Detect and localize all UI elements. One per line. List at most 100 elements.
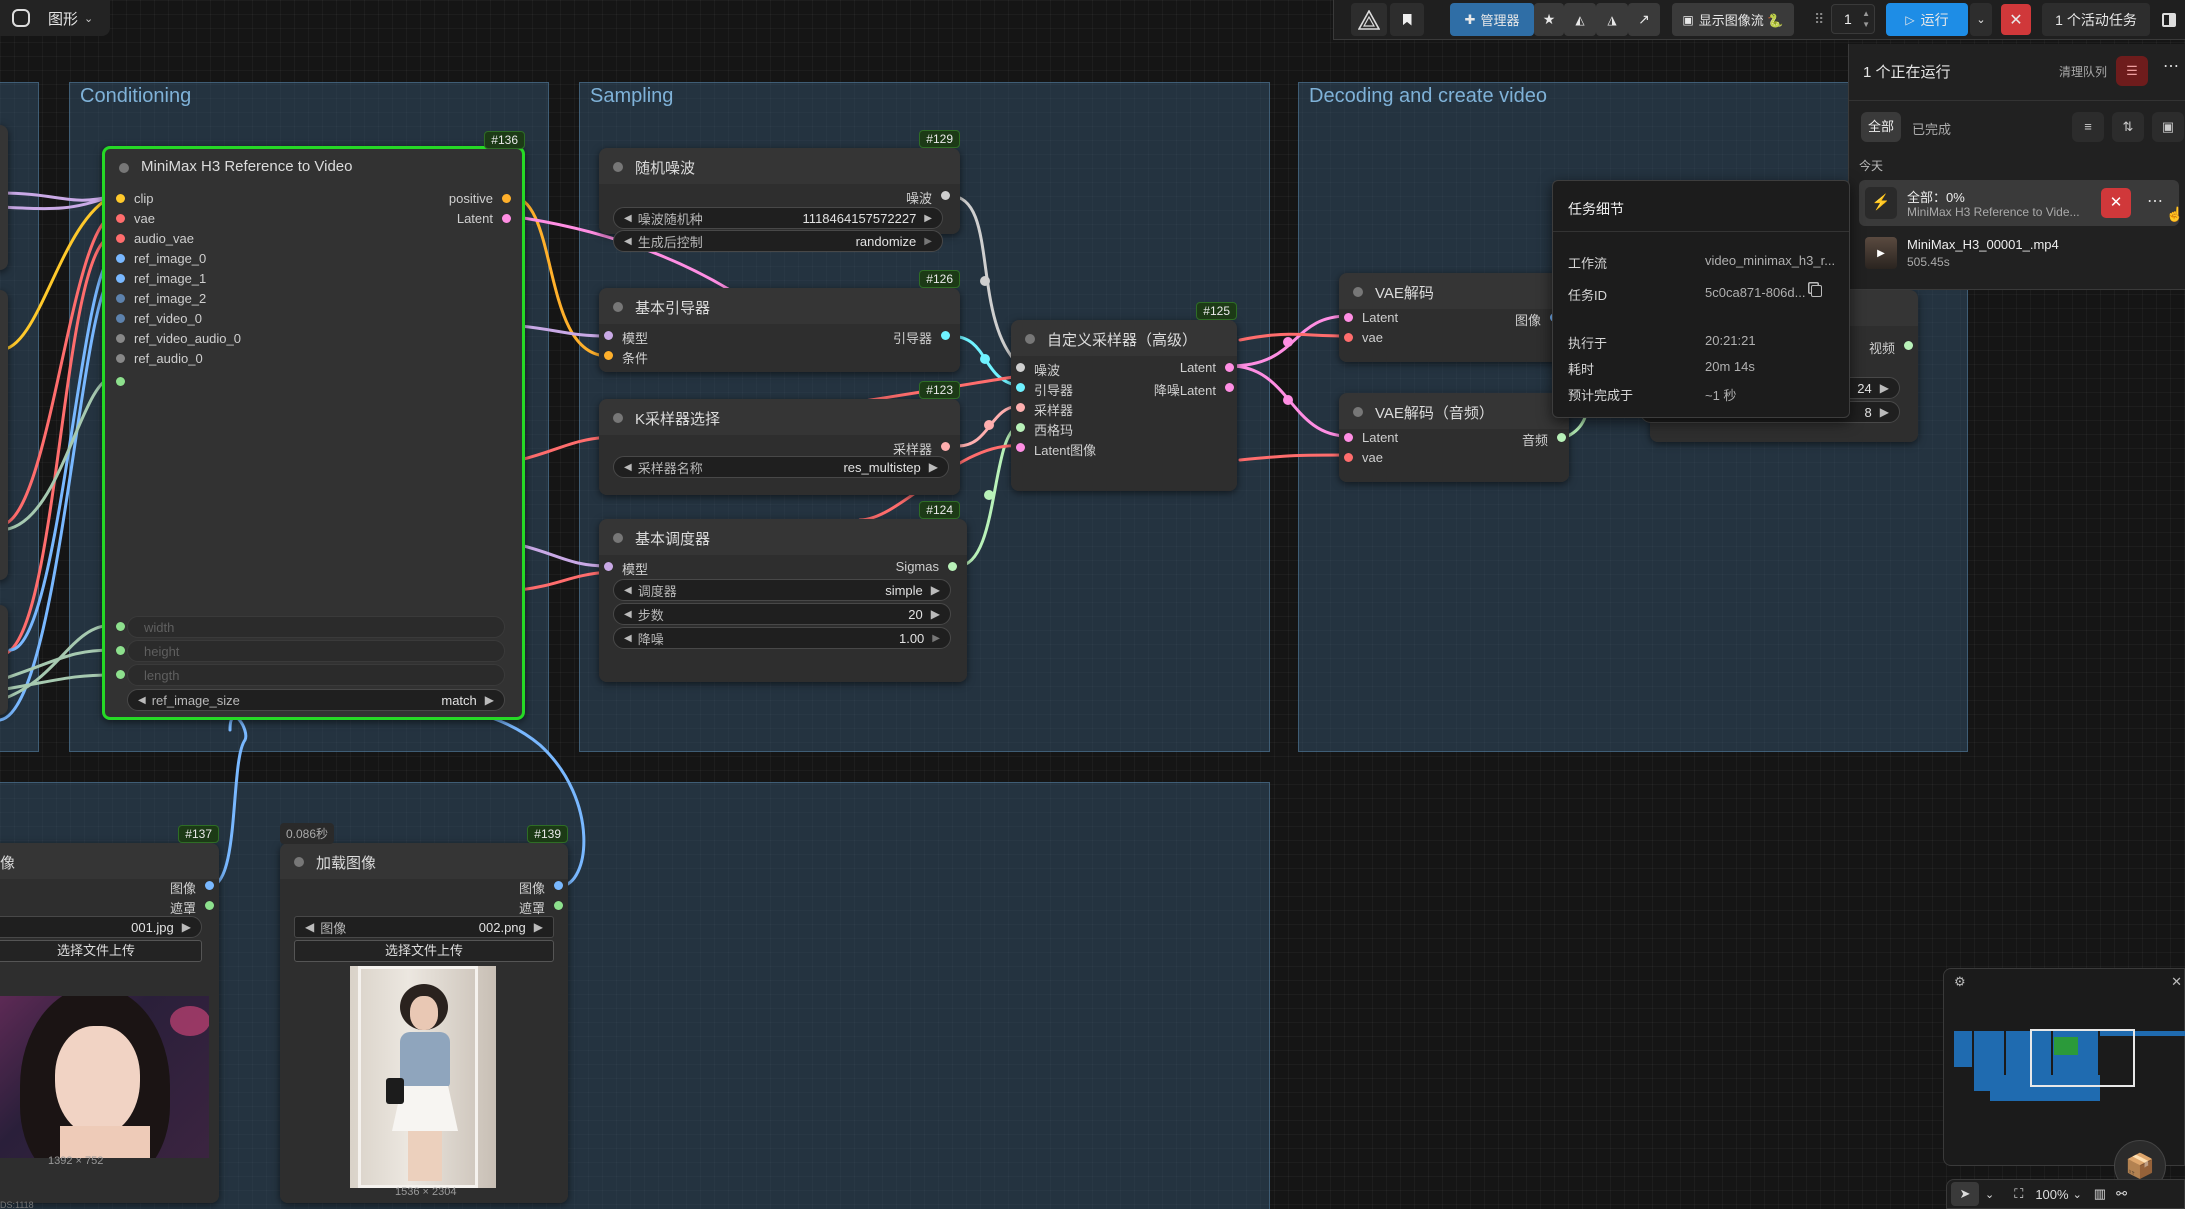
output-latent[interactable]: Latent — [457, 211, 511, 226]
input-noise[interactable]: 噪波 — [1016, 360, 1060, 379]
output-noise[interactable]: 噪波 — [906, 188, 950, 207]
node-load-image-2[interactable]: 0.086秒 #139 加载图像 图像 遮罩 ◀ 图像 002.png ▶ 选择文件上… — [280, 823, 568, 1203]
node-minimax-h3-reference-to-video[interactable]: #136 MiniMax H3 Reference to Video clip … — [102, 131, 525, 720]
arrow-right-icon[interactable]: ▶ — [931, 583, 940, 597]
arrow-left-icon[interactable]: ◀ — [624, 585, 632, 596]
input-sigmas[interactable]: 西格玛 — [1016, 420, 1073, 439]
minimap-close-icon[interactable]: ✕ — [2171, 974, 2182, 990]
node-vae-decode[interactable]: #12 VAE解码 Latent vae 图像 — [1339, 255, 1589, 362]
arrow-left-icon[interactable]: ◀ — [305, 920, 314, 934]
output-positive[interactable]: positive — [449, 191, 511, 206]
clear-queue-button[interactable]: ☰ — [2116, 56, 2148, 86]
widget-image-file[interactable]: 001.jpg ▶ — [0, 916, 202, 938]
node-custom-sampler-advanced[interactable]: #125 自定义采样器（高级） 噪波 引导器 采样器 西格玛 Latent图像 … — [1011, 302, 1237, 491]
star-button[interactable]: ★ — [1534, 3, 1564, 36]
gallery-button[interactable]: ▣ — [2152, 112, 2184, 142]
minimap-panel[interactable]: ⚙ ✕ — [1943, 968, 2185, 1166]
arrow-right-icon[interactable]: ▶ — [1880, 405, 1889, 419]
arrow-right-icon[interactable]: ▶ — [924, 213, 932, 224]
widget-steps[interactable]: ◀ 步数 20 ▶ — [613, 603, 951, 625]
node-collapse-dot[interactable] — [613, 533, 623, 543]
input-model[interactable]: 模型 — [604, 559, 648, 578]
arrow-left-icon[interactable]: ◀ — [624, 213, 632, 224]
reroute-dot[interactable] — [1283, 395, 1293, 405]
tab-completed[interactable]: 已完成 — [1912, 119, 1951, 138]
widget-ref-image-size[interactable]: ◀ ref_image_size match ▶ — [127, 689, 505, 711]
arrow-left-icon[interactable]: ◀ — [624, 462, 632, 473]
output-image[interactable]: 图像 — [170, 878, 214, 897]
node-partial-left-3[interactable] — [0, 605, 8, 715]
node-collapse-dot[interactable] — [613, 413, 623, 423]
node-basic-guider[interactable]: #126 基本引导器 模型 条件 引导器 — [599, 270, 960, 372]
reroute-dot[interactable] — [984, 420, 994, 430]
input-ref-audio-0[interactable]: ref_audio_0 — [116, 351, 203, 366]
input-ref-image-0[interactable]: ref_image_0 — [116, 251, 206, 266]
output-video[interactable]: 视频 — [1869, 338, 1913, 357]
upload-button[interactable]: 选择文件上传 — [294, 940, 554, 962]
widget-control-after-generate[interactable]: ◀ 生成后控制 randomize ▶ — [613, 230, 943, 252]
arrow-left-icon[interactable]: ◀ — [624, 633, 632, 644]
reroute-dot[interactable] — [1283, 337, 1293, 347]
node-collapse-dot[interactable] — [294, 857, 304, 867]
stepper-icon[interactable]: ▲ ▼ — [1862, 8, 1870, 30]
arrow-right-icon[interactable]: ▶ — [932, 633, 940, 644]
drag-handle-icon[interactable]: ⠿ — [1814, 11, 1824, 28]
reroute-dot[interactable] — [980, 354, 990, 364]
output-sigmas[interactable]: Sigmas — [896, 559, 957, 574]
bookmark-button[interactable] — [1390, 3, 1424, 36]
input-conditioning[interactable]: 条件 — [604, 348, 648, 367]
widget-noise-seed[interactable]: ◀ 噪波随机种 1118464157572227 ▶ — [613, 207, 943, 229]
arrow-right-icon[interactable]: ▶ — [485, 693, 494, 707]
job-more-icon[interactable]: ⋯ — [2147, 191, 2163, 211]
arrow-right-icon[interactable]: ▶ — [929, 460, 938, 474]
input-latent[interactable]: Latent — [1344, 430, 1398, 445]
input-ref-video-0[interactable]: ref_video_0 — [116, 311, 202, 326]
widget-sampler-name[interactable]: ◀ 采样器名称 res_multistep ▶ — [613, 456, 949, 478]
minimap-viewport[interactable] — [2030, 1029, 2135, 1087]
run-button[interactable]: ▷ 运行 — [1886, 3, 1968, 36]
show-image-flow-button[interactable]: ▣ 显示图像流 🐍 — [1672, 3, 1794, 36]
manager-button[interactable]: ✚ 管理器 — [1450, 3, 1534, 36]
widget-image-file[interactable]: ◀ 图像 002.png ▶ — [294, 916, 554, 938]
select-tool-button[interactable]: ➤ — [1951, 1182, 1979, 1206]
input-clip[interactable]: clip — [116, 191, 154, 206]
arrow-right-icon[interactable]: ▶ — [1880, 381, 1889, 395]
node-basic-scheduler[interactable]: #124 基本调度器 模型 Sigmas ◀ 调度器 simple ▶ ◀ 步数 20 ▶ … — [599, 501, 967, 682]
input-ref-image-2[interactable]: ref_image_2 — [116, 291, 206, 306]
node-load-image-1[interactable]: #137 像 图像 遮罩 001.jpg ▶ 选择文件上传 1392 × 752 — [0, 825, 219, 1203]
workspace-menu[interactable]: 图形 ⌄ — [0, 0, 110, 36]
arrow-left-icon[interactable]: ◀ — [138, 695, 146, 706]
node-collapse-dot[interactable] — [613, 162, 623, 172]
node-partial-left-1[interactable] — [0, 125, 8, 270]
node-collapse-dot[interactable] — [1353, 407, 1363, 417]
panel-toggle-button[interactable] — [2156, 6, 2182, 34]
input-model[interactable]: 模型 — [604, 328, 648, 347]
widget-scheduler[interactable]: ◀ 调度器 simple ▶ — [613, 579, 951, 601]
output-denoised-latent[interactable]: 降噪Latent — [1154, 380, 1234, 399]
arrow-right-icon[interactable]: ▶ — [534, 920, 543, 934]
upload-button[interactable]: 选择文件上传 — [0, 940, 202, 962]
arrow-left-icon[interactable]: ◀ — [624, 609, 632, 620]
chevron-down-icon[interactable]: ⌄ — [2073, 1188, 2082, 1201]
input-vae[interactable]: vae — [1344, 450, 1383, 465]
copy-icon[interactable] — [1811, 285, 1823, 297]
minimap-toggle-icon[interactable]: ▥ — [2094, 1186, 2106, 1202]
node-random-noise[interactable]: #129 随机噪波 噪波 ◀ 噪波随机种 1118464157572227 ▶ ◀ 生成… — [599, 130, 960, 252]
input-audio-vae[interactable]: audio_vae — [116, 231, 194, 246]
arrow-left-icon[interactable]: ◀ — [624, 236, 632, 247]
node-collapse-dot[interactable] — [1025, 334, 1035, 344]
completed-job-item[interactable]: ▶ MiniMax_H3_00001_.mp4 505.45s — [1859, 230, 2179, 276]
tool-button-3[interactable]: ◮ — [1596, 3, 1628, 36]
active-tasks-button[interactable]: 1 个活动任务 — [2042, 3, 2150, 36]
node-collapse-dot[interactable] — [1353, 287, 1363, 297]
running-job-item[interactable]: ⚡ 全部：0% MiniMax H3 Reference to Vide... … — [1859, 180, 2179, 226]
arrow-right-icon[interactable]: ▶ — [924, 236, 932, 247]
reroute-dot[interactable] — [984, 490, 994, 500]
more-options-icon[interactable]: ⋯ — [2163, 56, 2179, 76]
clear-queue-label[interactable]: 清理队列 — [2059, 63, 2107, 80]
output-latent[interactable]: Latent — [1180, 360, 1234, 375]
input-latent[interactable]: Latent — [1344, 310, 1398, 325]
input-latent-image[interactable]: Latent图像 — [1016, 440, 1096, 459]
batch-count-input[interactable]: 1 ▲ ▼ — [1831, 4, 1875, 34]
output-mask[interactable]: 遮罩 — [170, 898, 214, 917]
